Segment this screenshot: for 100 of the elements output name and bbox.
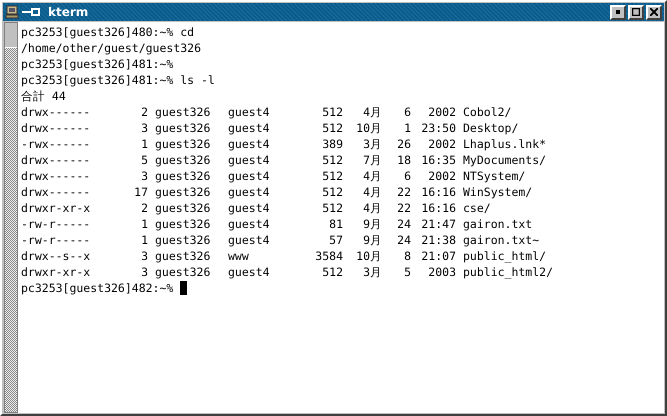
file-name: MyDocuments/ <box>463 152 546 168</box>
permissions: drwx------ <box>21 120 90 136</box>
computer-icon[interactable] <box>5 5 19 19</box>
group: guest4 <box>228 168 270 184</box>
time: 16:35 <box>421 152 456 168</box>
link-count: 3 <box>141 168 148 184</box>
file-size: 512 <box>322 104 343 120</box>
day: 24 <box>397 216 411 232</box>
owner: guest326 <box>155 248 210 264</box>
prompt: pc3253[guest326]482:~% <box>21 280 174 296</box>
group: www <box>228 248 249 264</box>
permissions: drwx------ <box>21 104 90 120</box>
owner: guest326 <box>155 152 210 168</box>
owner: guest326 <box>155 264 210 280</box>
group: guest4 <box>228 184 270 200</box>
file-size: 512 <box>322 264 343 280</box>
close-icon <box>650 8 658 16</box>
day: 6 <box>404 168 411 184</box>
day: 5 <box>404 264 411 280</box>
group: guest4 <box>228 264 270 280</box>
day: 6 <box>404 104 411 120</box>
owner: guest326 <box>155 136 210 152</box>
month: 3月 <box>363 264 382 280</box>
terminal-line: pc3253[guest326]481:~% <box>21 56 174 72</box>
file-size: 512 <box>322 200 343 216</box>
file-name: WinSystem/ <box>463 184 532 200</box>
minimize-button[interactable] <box>610 4 626 20</box>
month: 10月 <box>356 120 382 136</box>
day: 18 <box>397 152 411 168</box>
file-name: Cobol2/ <box>463 104 512 120</box>
file-size: 512 <box>322 184 343 200</box>
owner: guest326 <box>155 216 210 232</box>
group: guest4 <box>228 104 270 120</box>
time: 16:16 <box>421 184 456 200</box>
file-size: 512 <box>322 120 343 136</box>
day: 8 <box>404 248 411 264</box>
day: 1 <box>404 120 411 136</box>
group: guest4 <box>228 152 270 168</box>
month: 4月 <box>363 184 382 200</box>
time: 21:47 <box>421 216 456 232</box>
cursor <box>180 281 188 295</box>
permissions: drwx------ <box>21 184 90 200</box>
time: 2003 <box>428 264 456 280</box>
maximize-icon <box>632 8 640 16</box>
close-button[interactable] <box>646 4 662 20</box>
file-name: public_html/ <box>463 248 546 264</box>
owner: guest326 <box>155 232 210 248</box>
scrollbar-thumb[interactable] <box>5 47 17 412</box>
time: 2002 <box>428 136 456 152</box>
month: 3月 <box>363 136 382 152</box>
time: 2002 <box>428 168 456 184</box>
permissions: drwxr-xr-x <box>21 264 90 280</box>
link-count: 17 <box>134 184 148 200</box>
permissions: drwx--s--x <box>21 248 90 264</box>
file-name: gairon.txt <box>463 216 532 232</box>
file-size: 389 <box>322 136 343 152</box>
owner: guest326 <box>155 120 210 136</box>
window-title: kterm <box>48 5 88 19</box>
owner: guest326 <box>155 200 210 216</box>
day: 24 <box>397 232 411 248</box>
time: 16:16 <box>421 200 456 216</box>
owner: guest326 <box>155 184 210 200</box>
group: guest4 <box>228 216 270 232</box>
month: 7月 <box>363 152 382 168</box>
owner: guest326 <box>155 104 210 120</box>
file-name: cse/ <box>463 200 491 216</box>
file-size: 3584 <box>315 248 343 264</box>
permissions: -rw-r----- <box>21 232 90 248</box>
permissions: drwx------ <box>21 152 90 168</box>
maximize-button[interactable] <box>628 4 644 20</box>
link-count: 1 <box>141 232 148 248</box>
time: 21:38 <box>421 232 456 248</box>
month: 10月 <box>356 248 382 264</box>
month: 4月 <box>363 200 382 216</box>
file-name: Desktop/ <box>463 120 518 136</box>
file-name: Lhaplus.lnk* <box>463 136 546 152</box>
terminal-line: 合計 44 <box>21 88 66 104</box>
group: guest4 <box>228 120 270 136</box>
file-name: NTSystem/ <box>463 168 526 184</box>
minimize-icon <box>614 8 622 16</box>
permissions: drwx------ <box>21 168 90 184</box>
permissions: -rwx------ <box>21 136 90 152</box>
link-count: 1 <box>141 136 148 152</box>
file-size: 57 <box>329 232 343 248</box>
file-size: 512 <box>322 152 343 168</box>
day: 22 <box>397 200 411 216</box>
terminal-line: pc3253[guest326]481:~% ls -l <box>21 72 215 88</box>
permissions: drwxr-xr-x <box>21 200 90 216</box>
group: guest4 <box>228 200 270 216</box>
link-count: 1 <box>141 216 148 232</box>
time: 21:07 <box>421 248 456 264</box>
pin-icon[interactable] <box>22 7 42 17</box>
terminal-line: pc3253[guest326]480:~% cd <box>21 24 194 40</box>
file-name: gairon.txt~ <box>463 232 540 248</box>
link-count: 2 <box>141 200 148 216</box>
file-size: 81 <box>329 216 343 232</box>
scrollbar[interactable] <box>4 22 18 413</box>
month: 4月 <box>363 104 382 120</box>
terminal-line: /home/other/guest/guest326 <box>21 40 202 56</box>
link-count: 3 <box>141 120 148 136</box>
